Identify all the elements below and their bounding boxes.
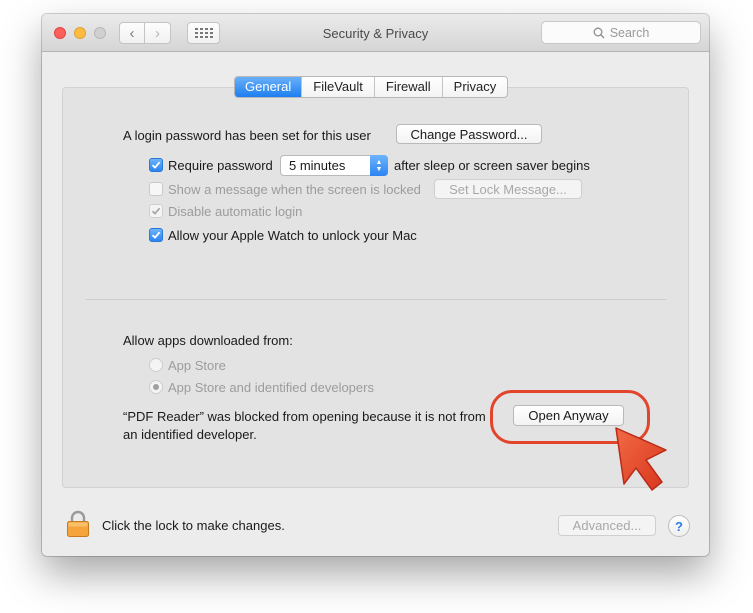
require-password-checkbox[interactable] — [149, 158, 163, 172]
tab-general[interactable]: General — [235, 77, 302, 97]
apple-watch-label: Allow your Apple Watch to unlock your Ma… — [168, 228, 417, 243]
radio-app-store[interactable] — [149, 358, 163, 372]
search-icon — [593, 27, 605, 38]
allow-apps-heading: Allow apps downloaded from: — [123, 333, 293, 348]
search-field[interactable]: Search — [541, 21, 701, 44]
blocked-message-line1: “PDF Reader” was blocked from opening be… — [123, 409, 486, 424]
radio-app-store-identified[interactable] — [149, 380, 163, 394]
after-sleep-text: after sleep or screen saver begins — [394, 158, 590, 173]
radio-selected-dot — [153, 384, 159, 390]
blocked-message-line2: an identified developer. — [123, 427, 257, 442]
popup-arrows-icon: ▲ ▼ — [370, 155, 388, 176]
login-password-text: A login password has been set for this u… — [123, 128, 371, 143]
lock-icon[interactable] — [66, 510, 90, 541]
password-interval-popup[interactable]: 5 minutes ▲ ▼ — [280, 155, 388, 176]
password-interval-value: 5 minutes — [289, 158, 346, 173]
set-lock-message-button[interactable]: Set Lock Message... — [434, 179, 582, 199]
disable-auto-login-checkbox[interactable] — [149, 204, 163, 218]
tab-filevault[interactable]: FileVault — [301, 77, 374, 97]
tab-firewall[interactable]: Firewall — [373, 77, 442, 97]
search-placeholder: Search — [609, 25, 650, 40]
title-bar: ‹ › Security & Privacy Search — [42, 14, 709, 52]
checkmark-icon — [151, 161, 161, 169]
show-message-label: Show a message when the screen is locked — [168, 182, 421, 197]
show-message-checkbox[interactable] — [149, 182, 163, 196]
tab-privacy[interactable]: Privacy — [441, 77, 508, 97]
disable-auto-login-label: Disable automatic login — [168, 204, 303, 219]
lock-instruction-text: Click the lock to make changes. — [102, 518, 285, 533]
pointer-arrow-icon — [615, 427, 667, 491]
apple-watch-checkbox[interactable] — [149, 228, 163, 242]
tab-bar: General FileVault Firewall Privacy — [234, 76, 509, 98]
require-password-label: Require password — [168, 158, 273, 173]
help-button[interactable]: ? — [668, 515, 690, 537]
section-divider — [86, 299, 666, 300]
checkmark-icon — [151, 207, 161, 215]
checkmark-icon — [151, 231, 161, 239]
radio-app-store-identified-label: App Store and identified developers — [168, 380, 374, 395]
radio-app-store-label: App Store — [168, 358, 226, 373]
advanced-button[interactable]: Advanced... — [558, 515, 656, 536]
change-password-button[interactable]: Change Password... — [396, 124, 542, 144]
